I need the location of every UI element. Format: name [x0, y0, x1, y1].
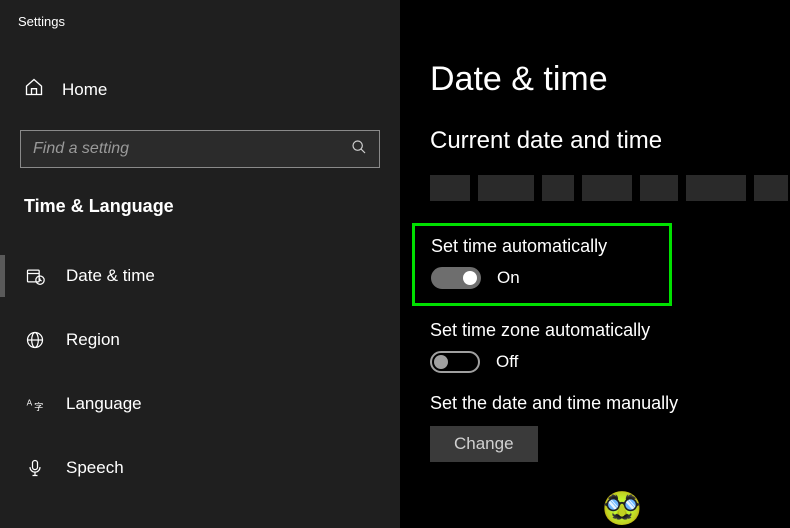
change-button[interactable]: Change	[430, 426, 538, 462]
sidebar-item-label: Date & time	[66, 266, 155, 286]
toggle-knob	[463, 271, 477, 285]
globe-icon	[24, 329, 46, 351]
sidebar-item-label: Language	[66, 394, 142, 414]
category-header: Time & Language	[0, 196, 400, 217]
sidebar-item-language[interactable]: A字 Language	[0, 379, 400, 429]
set-tz-auto-label: Set time zone automatically	[430, 320, 790, 341]
home-label: Home	[62, 80, 107, 100]
home-icon	[24, 77, 44, 102]
settings-sidebar: Settings Home Time & Language Date & tim…	[0, 0, 400, 528]
search-input[interactable]	[33, 140, 351, 158]
set-time-auto-state: On	[497, 268, 520, 288]
home-nav-item[interactable]: Home	[0, 69, 400, 110]
set-time-auto-label: Set time automatically	[431, 236, 653, 257]
current-datetime-obscured	[430, 175, 790, 201]
toggle-knob	[434, 355, 448, 369]
set-manual-label: Set the date and time manually	[430, 393, 790, 414]
search-icon	[351, 139, 367, 160]
sidebar-item-label: Region	[66, 330, 120, 350]
svg-text:字: 字	[34, 401, 43, 412]
language-icon: A字	[24, 393, 46, 415]
mascot-icon: 🥸	[602, 492, 642, 524]
main-content: Date & time Current date and time Set ti…	[400, 0, 790, 528]
page-title: Date & time	[430, 60, 790, 99]
app-title: Settings	[0, 14, 400, 29]
sidebar-item-region[interactable]: Region	[0, 315, 400, 365]
set-time-auto-toggle[interactable]	[431, 267, 481, 289]
microphone-icon	[24, 457, 46, 479]
sidebar-item-date-time[interactable]: Date & time	[0, 251, 400, 301]
calendar-clock-icon	[24, 265, 46, 287]
set-tz-auto-toggle[interactable]	[430, 351, 480, 373]
svg-text:A: A	[27, 398, 33, 408]
sidebar-item-speech[interactable]: Speech	[0, 443, 400, 493]
sidebar-item-label: Speech	[66, 458, 124, 478]
highlight-set-time-auto: Set time automatically On	[412, 223, 672, 306]
current-datetime-heading: Current date and time	[430, 127, 790, 155]
search-box[interactable]	[20, 130, 380, 168]
set-tz-auto-state: Off	[496, 352, 518, 372]
